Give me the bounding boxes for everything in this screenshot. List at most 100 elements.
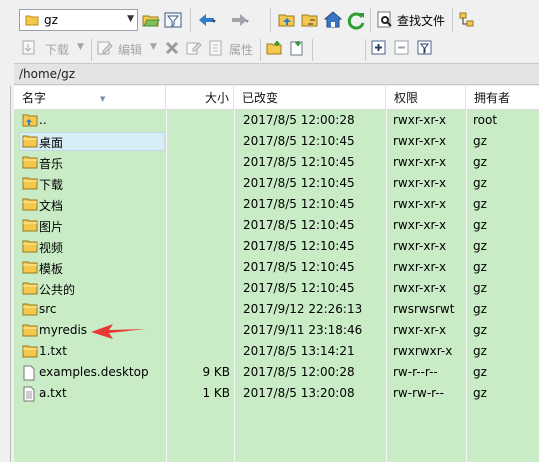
table-row[interactable]: 下载 2017/8/5 12:10:45 rwxr-xr-x gz bbox=[14, 173, 539, 194]
folder-icon bbox=[22, 176, 38, 193]
file-name: 公共的 bbox=[39, 283, 76, 297]
file-name: 桌面 bbox=[39, 136, 64, 150]
location-combo[interactable]: gz ▼ bbox=[19, 9, 138, 31]
toolbar-separator bbox=[452, 8, 453, 32]
file-owner: gz bbox=[473, 218, 487, 232]
file-modified: 2017/8/5 12:10:45 bbox=[243, 218, 355, 232]
path-bar[interactable]: /home/gz bbox=[14, 63, 539, 85]
column-header-modified[interactable]: 已改变 bbox=[234, 86, 386, 110]
edit-icon[interactable] bbox=[96, 39, 116, 59]
parent-folder-icon[interactable] bbox=[277, 10, 297, 30]
column-header-permissions[interactable]: 权限 bbox=[386, 86, 466, 110]
table-row[interactable]: 文档 2017/8/5 12:10:45 rwxr-xr-x gz bbox=[14, 194, 539, 215]
refresh-icon[interactable] bbox=[346, 10, 366, 30]
table-row[interactable]: src 2017/9/12 22:26:13 rwsrwsrwt gz bbox=[14, 299, 539, 320]
folder-icon bbox=[22, 260, 38, 277]
folder-icon bbox=[22, 281, 38, 298]
new-file-icon[interactable] bbox=[288, 39, 308, 59]
toolbar-separator bbox=[190, 8, 191, 32]
folder-icon bbox=[22, 197, 38, 214]
forward-arrow-icon[interactable] bbox=[229, 10, 249, 30]
text-file-icon bbox=[22, 386, 36, 405]
toolbar-separator bbox=[365, 39, 366, 61]
file-owner: root bbox=[473, 113, 498, 127]
file-size: 1 KB bbox=[202, 386, 230, 400]
folder-icon bbox=[22, 134, 38, 151]
file-modified: 2017/8/5 12:10:45 bbox=[243, 134, 355, 148]
chevron-down-icon[interactable]: ▼ bbox=[77, 42, 84, 52]
file-modified: 2017/8/5 13:14:21 bbox=[243, 344, 355, 358]
properties-icon[interactable] bbox=[207, 39, 227, 59]
folder-icon bbox=[22, 239, 38, 256]
properties-label[interactable]: 属性 bbox=[229, 41, 253, 58]
file-owner: gz bbox=[473, 365, 487, 379]
toolbar-separator bbox=[312, 39, 313, 61]
main-toolbar: gz ▼ 查找文件 bbox=[0, 0, 539, 38]
file-owner: gz bbox=[473, 155, 487, 169]
table-row[interactable]: 音乐 2017/8/5 12:10:45 rwxr-xr-x gz bbox=[14, 152, 539, 173]
table-row[interactable]: 视频 2017/8/5 12:10:45 rwxr-xr-x gz bbox=[14, 236, 539, 257]
column-header-modified-label: 已改变 bbox=[242, 91, 279, 105]
table-row[interactable]: examples.desktop 9 KB 2017/8/5 12:00:28 rw-… bbox=[14, 362, 539, 383]
file-modified: 2017/8/5 12:10:45 bbox=[243, 176, 355, 190]
current-path: /home/gz bbox=[19, 67, 76, 81]
file-permissions: rwxr-xr-x bbox=[393, 134, 447, 148]
find-files-label[interactable]: 查找文件 bbox=[397, 12, 445, 29]
table-row[interactable]: .. 2017/8/5 12:00:28 rwxr-xr-x root bbox=[14, 110, 539, 131]
column-header-name[interactable]: 名字 ▼ bbox=[14, 86, 166, 110]
file-name: a.txt bbox=[39, 386, 67, 400]
root-folder-icon[interactable] bbox=[300, 10, 320, 30]
download-icon[interactable] bbox=[20, 39, 40, 59]
location-value: gz bbox=[44, 13, 58, 27]
find-files-icon[interactable] bbox=[375, 10, 395, 30]
file-owner: gz bbox=[473, 197, 487, 211]
file-owner: gz bbox=[473, 239, 487, 253]
file-permissions: rwxr-xr-x bbox=[393, 239, 447, 253]
delete-icon[interactable] bbox=[163, 39, 183, 59]
plus-icon[interactable] bbox=[370, 39, 390, 59]
file-modified: 2017/8/5 12:00:28 bbox=[243, 365, 355, 379]
file-owner: gz bbox=[473, 176, 487, 190]
file-owner: gz bbox=[473, 386, 487, 400]
file-permissions: rwxr-xr-x bbox=[393, 176, 447, 190]
folder-icon bbox=[22, 155, 38, 172]
edit-label[interactable]: 编辑 bbox=[118, 41, 142, 58]
toolbar-separator bbox=[91, 39, 92, 61]
open-folder-icon[interactable] bbox=[141, 10, 161, 30]
table-row[interactable]: 公共的 2017/8/5 12:10:45 rwxr-xr-x gz bbox=[14, 278, 539, 299]
filter-icon[interactable] bbox=[163, 10, 183, 30]
column-header-size[interactable]: 大小 bbox=[166, 86, 234, 110]
tree-icon[interactable] bbox=[457, 10, 477, 30]
minus-icon[interactable] bbox=[393, 39, 413, 59]
file-name: examples.desktop bbox=[39, 365, 149, 379]
file-owner: gz bbox=[473, 281, 487, 295]
file-toolbar: 下载 ▼ 编辑 ▼ 属性 bbox=[0, 38, 539, 62]
file-permissions: rwxr-xr-x bbox=[393, 323, 447, 337]
folder-icon bbox=[22, 344, 38, 361]
new-folder-icon[interactable] bbox=[265, 39, 285, 59]
back-arrow-icon[interactable] bbox=[197, 10, 217, 30]
table-row[interactable]: 桌面 2017/8/5 12:10:45 rwxr-xr-x gz bbox=[14, 131, 539, 152]
chevron-down-icon[interactable]: ▼ bbox=[150, 42, 157, 52]
file-modified: 2017/8/5 12:00:28 bbox=[243, 113, 355, 127]
file-owner: gz bbox=[473, 134, 487, 148]
file-size: 9 KB bbox=[202, 365, 230, 379]
column-header-owner[interactable]: 拥有者 bbox=[466, 86, 539, 110]
table-row[interactable]: a.txt 1 KB 2017/8/5 13:20:08 rw-rw-r-- gz bbox=[14, 383, 539, 404]
table-row[interactable]: 1.txt 2017/8/5 13:14:21 rwxrwxr-x gz bbox=[14, 341, 539, 362]
file-permissions: rwxr-xr-x bbox=[393, 113, 447, 127]
file-modified: 2017/9/12 22:26:13 bbox=[243, 302, 363, 316]
table-row[interactable]: 图片 2017/8/5 12:10:45 rwxr-xr-x gz bbox=[14, 215, 539, 236]
download-label[interactable]: 下载 bbox=[45, 41, 69, 58]
table-row[interactable]: 模板 2017/8/5 12:10:45 rwxr-xr-x gz bbox=[14, 257, 539, 278]
file-list-header: 名字 ▼ 大小 已改变 权限 拥有者 bbox=[14, 86, 539, 110]
file-owner: gz bbox=[473, 302, 487, 316]
filter-icon[interactable] bbox=[416, 39, 436, 59]
rename-icon[interactable] bbox=[185, 39, 205, 59]
folder-icon bbox=[25, 14, 39, 29]
chevron-down-icon[interactable]: ▼ bbox=[127, 14, 134, 24]
home-icon[interactable] bbox=[323, 10, 343, 30]
folder-up-icon bbox=[22, 113, 38, 130]
file-name: 下载 bbox=[39, 178, 64, 192]
column-header-size-label: 大小 bbox=[204, 91, 229, 105]
